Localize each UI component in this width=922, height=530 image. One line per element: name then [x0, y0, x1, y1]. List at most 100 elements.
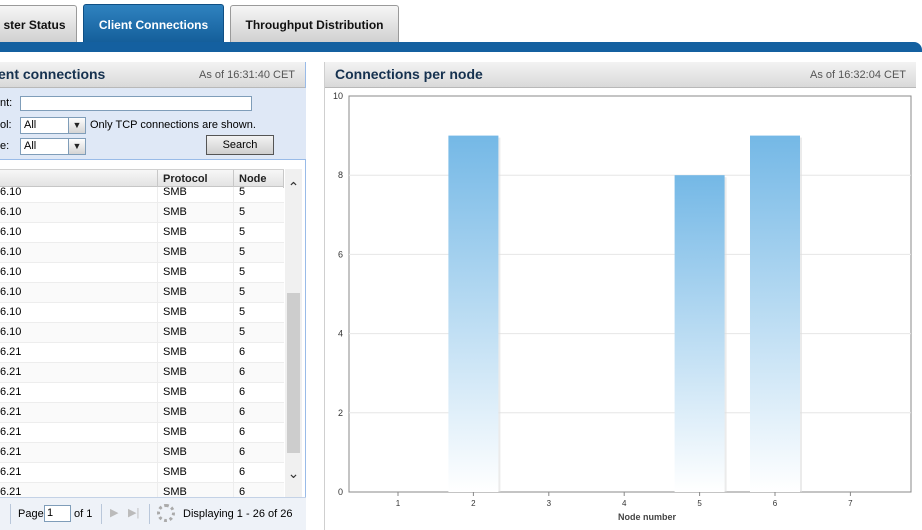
last-page-icon[interactable]: ▶| [128, 506, 139, 519]
cell-node: 5 [239, 306, 246, 318]
column-divider [157, 223, 158, 243]
column-divider [157, 383, 158, 403]
table-row[interactable]: 6.10 SMB 5 [0, 203, 284, 223]
cell-node: 5 [239, 246, 246, 258]
cell-protocol: SMB [163, 206, 187, 218]
bar-node-2[interactable] [448, 135, 499, 492]
column-divider [157, 343, 158, 363]
tab-cluster-status[interactable]: ster Status [0, 5, 77, 43]
cell-protocol: SMB [163, 306, 187, 318]
column-header-protocol[interactable]: Protocol [163, 173, 208, 185]
client-connections-panel: ent connections As of 16:31:40 CET nt: o… [0, 62, 306, 530]
client-filter-input[interactable] [20, 96, 252, 111]
column-divider [157, 463, 158, 483]
node-select[interactable]: All ▼ [20, 138, 86, 155]
cell-node: 5 [239, 326, 246, 338]
protocol-select-value: All [24, 119, 37, 131]
grid-pager: Page 1 of 1 ▶ ▶| Displaying 1 - 26 of 26 [0, 497, 306, 530]
table-row[interactable]: 6.10 SMB 5 [0, 263, 284, 283]
panel-header: Connections per node As of 16:32:04 CET [325, 62, 916, 88]
tab-label: ster Status [3, 17, 66, 32]
chevron-up-icon[interactable]: ⌃ [285, 179, 302, 195]
cell-protocol: SMB [163, 386, 187, 398]
cell-client: 6.21 [0, 446, 22, 458]
chevron-down-icon[interactable]: ▼ [68, 139, 85, 154]
column-divider [233, 343, 234, 363]
cell-client: 6.10 [0, 306, 22, 318]
table-row[interactable]: 6.21 SMB 6 [0, 343, 284, 363]
plot-area [348, 95, 912, 493]
column-divider [233, 263, 234, 283]
grid-scrollbar[interactable]: ⌃ ⌄ [285, 169, 302, 497]
column-divider [233, 203, 234, 223]
cell-client: 6.21 [0, 366, 22, 378]
tab-throughput-distribution[interactable]: Throughput Distribution [230, 5, 399, 43]
refresh-icon[interactable] [157, 504, 175, 522]
table-row[interactable]: 6.10 SMB 5 [0, 303, 284, 323]
column-divider [157, 203, 158, 223]
table-row[interactable]: 6.21 SMB 6 [0, 363, 284, 383]
cell-client: 6.10 [0, 206, 22, 218]
bar-node-6[interactable] [750, 135, 800, 492]
cell-client: 6.10 [0, 266, 22, 278]
table-row[interactable]: 6.21 SMB 6 [0, 463, 284, 483]
table-row[interactable]: 6.10 SMB 5 [0, 243, 284, 263]
table-row[interactable]: 6.21 SMB 6 [0, 483, 284, 497]
x-tick-label: 5 [697, 499, 702, 508]
cell-node: 6 [239, 426, 246, 438]
page-count-label: of 1 [74, 508, 93, 520]
protocol-select[interactable]: All ▼ [20, 117, 86, 134]
table-row[interactable]: 6.21 SMB 6 [0, 443, 284, 463]
x-tick-label: 1 [396, 499, 401, 508]
search-button[interactable]: Search [206, 135, 274, 155]
column-divider [233, 283, 234, 303]
column-divider [157, 283, 158, 303]
next-page-icon[interactable]: ▶ [110, 506, 118, 519]
table-row[interactable]: 6.21 SMB 6 [0, 383, 284, 403]
scrollbar-thumb[interactable] [287, 293, 300, 453]
column-divider [157, 303, 158, 323]
grid-header: Protocol Node [0, 169, 284, 188]
paging-status: Displaying 1 - 26 of 26 [183, 508, 293, 520]
chevron-down-icon[interactable]: ⌄ [285, 465, 302, 481]
tab-strip-underline [0, 42, 922, 52]
column-divider [233, 423, 234, 443]
page-number-input[interactable]: 1 [44, 505, 71, 522]
y-tick-label: 10 [333, 91, 343, 101]
cell-node: 5 [239, 226, 246, 238]
chevron-down-icon[interactable]: ▼ [68, 118, 85, 133]
table-row[interactable]: 6.10 SMB 5 [0, 187, 284, 203]
tab-label: Client Connections [98, 17, 209, 32]
pager-divider [101, 504, 102, 524]
cell-client: 6.21 [0, 386, 22, 398]
cell-client: 6.21 [0, 486, 22, 497]
x-tick-label: 3 [547, 499, 552, 508]
table-row[interactable]: 6.10 SMB 5 [0, 323, 284, 343]
protocol-filter-label: ol: [0, 119, 12, 131]
x-tick-label: 6 [773, 499, 778, 508]
cell-node: 5 [239, 187, 246, 198]
node-select-value: All [24, 140, 37, 152]
panel-title: ent connections [0, 66, 106, 82]
cell-node: 6 [239, 386, 246, 398]
column-divider [157, 363, 158, 383]
cell-client: 6.21 [0, 426, 22, 438]
cell-protocol: SMB [163, 366, 187, 378]
tab-label: Throughput Distribution [245, 17, 384, 32]
cell-node: 5 [239, 206, 246, 218]
panel-title: Connections per node [335, 66, 483, 82]
table-row[interactable]: 6.10 SMB 5 [0, 283, 284, 303]
table-row[interactable]: 6.10 SMB 5 [0, 223, 284, 243]
cell-client: 6.10 [0, 286, 22, 298]
cell-protocol: SMB [163, 426, 187, 438]
y-tick-label: 6 [338, 249, 343, 259]
panel-timestamp: As of 16:31:40 CET [199, 69, 295, 81]
cell-client: 6.21 [0, 346, 22, 358]
table-row[interactable]: 6.21 SMB 6 [0, 423, 284, 443]
column-header-node[interactable]: Node [239, 173, 267, 185]
cell-protocol: SMB [163, 226, 187, 238]
bar-node-5[interactable] [674, 175, 725, 492]
tab-client-connections[interactable]: Client Connections [83, 4, 224, 44]
cell-client: 6.21 [0, 406, 22, 418]
table-row[interactable]: 6.21 SMB 6 [0, 403, 284, 423]
